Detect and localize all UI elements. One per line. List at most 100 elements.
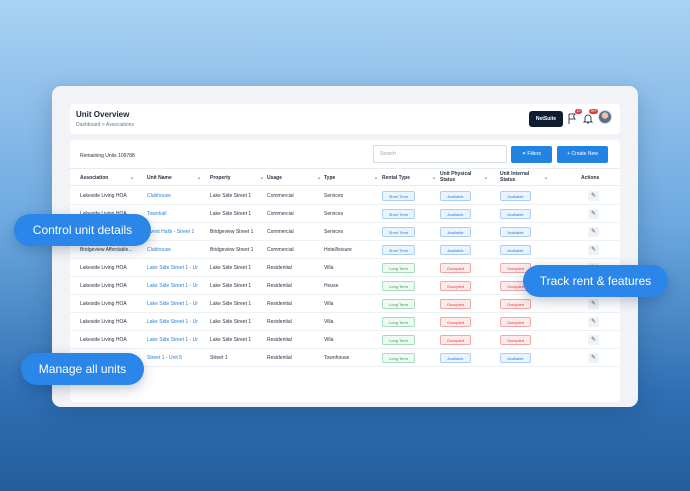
sort-icon[interactable]: ▲	[432, 175, 436, 180]
netsuite-button[interactable]: NetSuite	[529, 111, 563, 127]
unit-name-link[interactable]: Clubhouse	[147, 247, 205, 253]
column-header[interactable]: Rental Type	[382, 175, 410, 181]
callout-manage-all-units: Manage all units	[21, 353, 144, 385]
internal-status-badge: Available	[500, 245, 531, 255]
column-header[interactable]: Unit Physical Status	[440, 171, 480, 183]
sort-icon[interactable]: ▲	[260, 175, 264, 180]
property-cell: Lake Side Street 1	[210, 319, 252, 325]
property-cell: Lake Side Street 1	[210, 265, 252, 271]
flag-icon[interactable]: 10	[566, 109, 582, 125]
column-header[interactable]: Association	[80, 175, 108, 181]
edit-icon[interactable]: ✎	[588, 245, 599, 255]
physical-status-badge: Occupied	[440, 299, 471, 309]
sort-icon[interactable]: ▲	[130, 175, 134, 180]
rental-type-badge: Long Term	[382, 299, 415, 309]
type-cell: Services	[324, 229, 344, 235]
association-cell: Lakeside Living HOA	[80, 283, 127, 289]
unit-name-link[interactable]: Lake Side Street 1 - Ur	[147, 337, 205, 343]
table-row[interactable]: Bridgeview Affordable...Event Halls - St…	[70, 223, 620, 241]
edit-icon[interactable]: ✎	[588, 209, 599, 219]
bell-icon[interactable]: 99+	[582, 109, 598, 125]
avatar[interactable]	[598, 110, 612, 124]
type-cell: Townhouse	[324, 355, 350, 361]
rental-type-badge: Long Term	[382, 263, 415, 273]
type-cell: House	[324, 283, 339, 289]
edit-icon[interactable]: ✎	[588, 227, 599, 237]
filters-button[interactable]: ⏷ Filters	[511, 146, 552, 163]
breadcrumb[interactable]: Dashboard > Associations	[76, 122, 134, 128]
usage-cell: Commercial	[267, 229, 294, 235]
rental-type-badge: Long Term	[382, 281, 415, 291]
column-header[interactable]: Usage	[267, 175, 282, 181]
rental-type-badge: Long Term	[382, 317, 415, 327]
usage-cell: Residential	[267, 355, 292, 361]
table-row[interactable]: Lakeside Living HOA Clubhouse Lake Side St…	[70, 187, 620, 205]
sort-icon[interactable]: ▲	[374, 175, 378, 180]
edit-icon[interactable]: ✎	[588, 299, 599, 309]
edit-icon[interactable]: ✎	[588, 335, 599, 345]
column-header[interactable]: Unit Name	[147, 175, 172, 181]
physical-status-badge: Available	[440, 209, 471, 219]
unit-name-link[interactable]: Lake Side Street 1 - Ur	[147, 283, 205, 289]
search-input[interactable]: Search	[373, 145, 507, 163]
usage-cell: Residential	[267, 265, 292, 271]
usage-cell: Residential	[267, 301, 292, 307]
table-row[interactable]: Lakeside Living HOATownhallLake Side Str…	[70, 205, 620, 223]
unit-name-link[interactable]: Lake Side Street 1 - Ur	[147, 301, 205, 307]
bell-badge: 99+	[589, 109, 598, 114]
type-cell: Villa	[324, 319, 334, 325]
column-header[interactable]: Actions	[581, 175, 599, 181]
association-cell: Bridgeview Affordable...	[80, 247, 133, 253]
internal-status-badge: Available	[500, 227, 531, 237]
property-cell: Lake Side Street 1	[210, 283, 252, 289]
type-cell: Villa	[324, 301, 334, 307]
physical-status-badge: Available	[440, 191, 471, 201]
unit-name-link[interactable]: Clubhouse	[147, 193, 205, 199]
table-row[interactable]: Bridgeview Affordable... Clubhouse Bridgev…	[70, 241, 620, 259]
property-cell: Lake Side Street 1	[210, 337, 252, 343]
type-cell: Villa	[324, 337, 334, 343]
unit-name-link[interactable]: Lake Side Street 1 - Ur	[147, 265, 205, 271]
callout-control-unit-details: Control unit details	[14, 214, 151, 246]
internal-status-badge: Available	[500, 191, 531, 201]
internal-status-badge: Available	[500, 353, 531, 363]
table-row[interactable]: Lakeside Living HOA Lake Side Street 1 - …	[70, 313, 620, 331]
usage-cell: Residential	[267, 283, 292, 289]
type-cell: Villa	[324, 265, 334, 271]
create-new-button[interactable]: + Create New	[557, 146, 608, 163]
property-cell: Lake Side Street 1	[210, 301, 252, 307]
association-cell: Lakeside Living HOA	[80, 337, 127, 343]
sort-icon[interactable]: ▲	[484, 175, 488, 180]
physical-status-badge: Available	[440, 353, 471, 363]
sort-icon[interactable]: ▲	[197, 175, 201, 180]
filter-icon: ⏷	[521, 151, 526, 157]
property-cell: Lake Side Street 1	[210, 211, 252, 217]
column-header[interactable]: Type	[324, 175, 335, 181]
edit-icon[interactable]: ✎	[588, 191, 599, 201]
page-header: Unit Overview Dashboard > Associations N…	[70, 104, 620, 134]
unit-name-link[interactable]: Event Halls - Street 1	[147, 229, 205, 235]
unit-name-link[interactable]: Lake Side Street 1 - Ur	[147, 319, 205, 325]
table-row[interactable]: Street 1 - Unit 5 Street 1 Residential Town…	[70, 349, 620, 367]
table-row[interactable]: Lakeside Living HOA Lake Side Street 1 - …	[70, 295, 620, 313]
rental-type-badge: Short Term	[382, 191, 415, 201]
table-header: Association ▲ Unit Name ▲ Property ▲ Usage ▲ Typ…	[70, 168, 620, 186]
type-cell: Services	[324, 193, 344, 199]
edit-icon[interactable]: ✎	[588, 353, 599, 363]
usage-cell: Commercial	[267, 211, 294, 217]
rental-type-badge: Short Term	[382, 209, 415, 219]
callout-track-rent-features: Track rent & features	[523, 265, 668, 297]
edit-icon[interactable]: ✎	[588, 317, 599, 327]
table-row[interactable]: Lakeside Living HOA Lake Side Street 1 - …	[70, 331, 620, 349]
column-header[interactable]: Property	[210, 175, 231, 181]
rental-type-badge: Long Term	[382, 353, 415, 363]
page-title: Unit Overview	[76, 110, 130, 119]
rental-type-badge: Short Term	[382, 245, 415, 255]
unit-name-link[interactable]: Townhall	[147, 211, 205, 217]
remaining-units: Remaining Units 109788	[80, 153, 135, 159]
sort-icon[interactable]: ▲	[317, 175, 321, 180]
physical-status-badge: Occupied	[440, 281, 471, 291]
column-header[interactable]: Unit Internal Status	[500, 171, 540, 183]
unit-name-link[interactable]: Street 1 - Unit 5	[147, 355, 205, 361]
sort-icon[interactable]: ▲	[544, 175, 548, 180]
